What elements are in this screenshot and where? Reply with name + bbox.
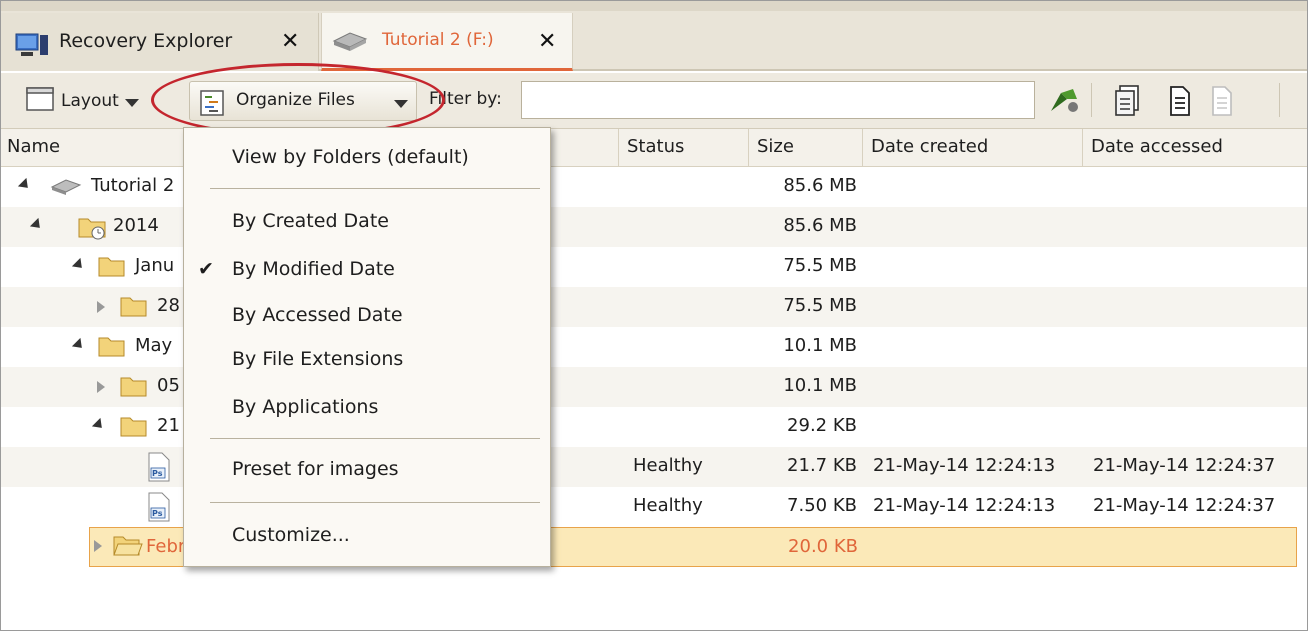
row-name: Tutorial 2 [91,175,175,196]
row-size: 7.50 KB [787,495,857,516]
row-name: 21 [157,415,180,436]
expand-icon[interactable] [97,381,105,393]
menu-item-by-accessed-date[interactable]: By Accessed Date [232,304,403,326]
drive-icon [49,175,83,202]
row-size: 21.7 KB [787,455,857,476]
find-icon[interactable] [1047,85,1081,120]
folder-icon [119,293,149,324]
tab-bar: Recovery Explorer ✕ Tutorial 2 (F:) ✕ [1,1,1307,71]
row-name: 2014 [113,215,159,236]
computer-icon [15,33,49,62]
folder-open-icon [112,532,144,565]
expand-icon[interactable] [94,540,102,552]
tab-label: Recovery Explorer [59,30,233,52]
recovery-explorer-window: Recovery Explorer ✕ Tutorial 2 (F:) ✕ La… [0,0,1308,631]
menu-item-by-applications[interactable]: By Applications [232,396,378,418]
document-view-icon[interactable] [1169,85,1191,122]
row-date-accessed: 21-May-14 12:24:37 [1093,495,1276,516]
row-name: May [135,335,173,356]
drive-icon [330,27,370,58]
menu-item-view-by-folders[interactable]: View by Folders (default) [232,146,469,168]
svg-text:Ps: Ps [152,509,163,518]
row-status: Healthy [633,455,703,476]
menu-separator [210,502,540,503]
row-size: 85.6 MB [783,215,857,236]
row-size: 85.6 MB [783,175,857,196]
folder-icon [119,373,149,404]
collapse-icon[interactable] [91,417,107,433]
filter-label: Filter by: [429,89,502,109]
expand-icon[interactable] [97,301,105,313]
row-name: Janu [135,255,175,276]
column-date-accessed[interactable]: Date accessed [1085,129,1307,167]
menu-item-preset-for-images[interactable]: Preset for images [232,458,399,480]
row-size: 75.5 MB [783,255,857,276]
row-date-accessed: 21-May-14 12:24:37 [1093,455,1276,476]
tab-tutorial-2[interactable]: Tutorial 2 (F:) ✕ [321,13,573,71]
row-status: Healthy [633,495,703,516]
collapse-icon[interactable] [71,257,87,273]
menu-separator [210,438,540,439]
organize-files-button[interactable]: Organize Files [189,81,417,121]
layout-icon [25,86,55,117]
chevron-down-icon [124,99,139,107]
preview-icon [1211,85,1233,122]
collapse-icon[interactable] [71,337,87,353]
folder-icon [119,413,149,444]
folder-icon [97,253,127,284]
menu-item-by-modified-date[interactable]: By Modified Date [232,258,395,280]
checkmark-icon: ✔ [198,258,214,280]
row-size: 29.2 KB [787,415,857,436]
organize-icon [200,90,224,121]
folder-icon [97,333,127,364]
column-status[interactable]: Status [621,129,749,167]
row-name: Febr [146,536,186,557]
tab-label: Tutorial 2 (F:) [382,30,494,50]
close-icon[interactable]: ✕ [281,29,299,54]
toolbar-divider [1279,83,1280,117]
organize-files-label: Organize Files [236,90,355,110]
layout-button[interactable]: Layout [25,85,139,117]
collapse-icon[interactable] [17,177,33,193]
column-size[interactable]: Size [751,129,863,167]
layout-label: Layout [61,91,119,111]
chevron-down-icon [394,100,408,108]
organize-files-menu: View by Folders (default) By Created Dat… [183,127,551,567]
date-folder-icon [77,213,109,246]
menu-separator [210,188,540,189]
row-size: 10.1 MB [783,335,857,356]
tab-recovery-explorer[interactable]: Recovery Explorer ✕ [1,13,319,71]
photoshop-file-icon: Ps [147,491,171,528]
menu-item-customize[interactable]: Customize... [232,524,350,546]
close-icon[interactable]: ✕ [538,29,556,54]
filter-input[interactable] [521,81,1035,119]
row-date-created: 21-May-14 12:24:13 [873,455,1056,476]
row-date-created: 21-May-14 12:24:13 [873,495,1056,516]
column-date-created[interactable]: Date created [865,129,1083,167]
toolbar-divider [1091,83,1092,117]
details-view-icon[interactable] [1115,85,1141,122]
row-name: 05 [157,375,180,396]
menu-item-by-file-extensions[interactable]: By File Extensions [232,348,403,370]
row-size: 10.1 MB [783,375,857,396]
row-size: 75.5 MB [783,295,857,316]
row-size: 20.0 KB [788,536,858,557]
menu-item-by-created-date[interactable]: By Created Date [232,210,389,232]
photoshop-file-icon: Ps [147,451,171,488]
svg-text:Ps: Ps [152,469,163,478]
row-name: 28 [157,295,180,316]
collapse-icon[interactable] [29,217,45,233]
